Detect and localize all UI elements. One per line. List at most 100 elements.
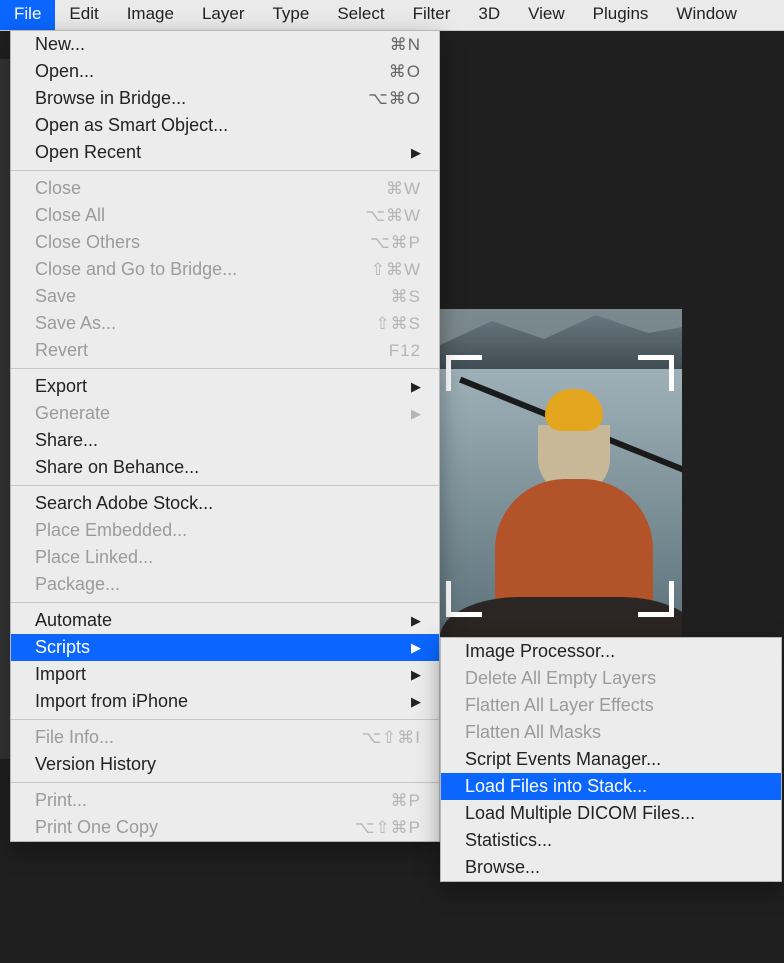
menu-item-open-as-smart-object[interactable]: Open as Smart Object...: [11, 112, 439, 139]
menu-item-label: Place Embedded...: [35, 520, 421, 541]
menu-item-label: Share on Behance...: [35, 457, 421, 478]
menu-item-close: Close⌘W: [11, 175, 439, 202]
menu-item-search-adobe-stock[interactable]: Search Adobe Stock...: [11, 490, 439, 517]
menu-item-package: Package...: [11, 571, 439, 598]
menu-item-label: Delete All Empty Layers: [465, 668, 763, 689]
menu-item-export[interactable]: Export ▶: [11, 373, 439, 400]
menu-item-browse-in-bridge[interactable]: Browse in Bridge...⌥⌘O: [11, 85, 439, 112]
menu-item-label: Export: [35, 376, 403, 397]
menu-item-print-one-copy: Print One Copy⌥⇧⌘P: [11, 814, 439, 841]
menu-item-label: Scripts: [35, 637, 403, 658]
menu-item-label: Version History: [35, 754, 421, 775]
menu-item-close-and-go-to-bridge: Close and Go to Bridge...⇧⌘W: [11, 256, 439, 283]
menu-item-shortcut: ⌘O: [341, 62, 421, 82]
menu-item-import-from-iphone[interactable]: Import from iPhone ▶: [11, 688, 439, 715]
menubar-item-image[interactable]: Image: [113, 0, 188, 30]
menu-item-label: Image Processor...: [465, 641, 763, 662]
menu-item-file-info: File Info...⌥⇧⌘I: [11, 724, 439, 751]
menu-item-label: Close and Go to Bridge...: [35, 259, 341, 280]
menu-item-label: Open...: [35, 61, 341, 82]
menubar-item-layer[interactable]: Layer: [188, 0, 259, 30]
crop-corner-tl-icon: [446, 355, 482, 391]
chevron-right-icon: ▶: [411, 694, 421, 710]
menu-item-place-linked: Place Linked...: [11, 544, 439, 571]
menubar: FileEditImageLayerTypeSelectFilter3DView…: [0, 0, 784, 31]
menu-item-new[interactable]: New...⌘N: [11, 31, 439, 58]
menubar-item-type[interactable]: Type: [258, 0, 323, 30]
menu-item-statistics[interactable]: Statistics...: [441, 827, 781, 854]
menu-item-shortcut: ⌘W: [341, 179, 421, 199]
menu-item-label: Load Multiple DICOM Files...: [465, 803, 763, 824]
menu-separator: [11, 368, 439, 369]
menu-item-flatten-all-masks: Flatten All Masks: [441, 719, 781, 746]
chevron-right-icon: ▶: [411, 145, 421, 161]
menu-item-label: File Info...: [35, 727, 341, 748]
menu-item-version-history[interactable]: Version History: [11, 751, 439, 778]
crop-corner-tr-icon: [638, 355, 674, 391]
menu-item-shortcut: ⌥⇧⌘P: [341, 818, 421, 838]
menu-separator: [11, 782, 439, 783]
menu-item-automate[interactable]: Automate▶: [11, 607, 439, 634]
menu-item-shortcut: ⌘S: [341, 287, 421, 307]
menu-item-label: New...: [35, 34, 341, 55]
menu-item-label: Open as Smart Object...: [35, 115, 421, 136]
menu-item-shortcut: ⇧⌘W: [341, 260, 421, 280]
menu-item-label: Share...: [35, 430, 421, 451]
menu-separator: [11, 602, 439, 603]
menubar-item-view[interactable]: View: [514, 0, 579, 30]
menubar-item-plugins[interactable]: Plugins: [579, 0, 663, 30]
menu-item-label: Print One Copy: [35, 817, 341, 838]
menu-separator: [11, 485, 439, 486]
menu-item-save-as: Save As...⇧⌘S: [11, 310, 439, 337]
menubar-item-filter[interactable]: Filter: [399, 0, 465, 30]
menu-item-label: Save As...: [35, 313, 341, 334]
menu-item-share-on-behance[interactable]: Share on Behance...: [11, 454, 439, 481]
menu-item-image-processor[interactable]: Image Processor...: [441, 638, 781, 665]
menu-item-label: Script Events Manager...: [465, 749, 763, 770]
menu-item-place-embedded: Place Embedded...: [11, 517, 439, 544]
menu-item-shortcut: ⇧⌘S: [341, 314, 421, 334]
menu-item-revert: RevertF12: [11, 337, 439, 364]
menu-item-load-files-into-stack[interactable]: Load Files into Stack...: [441, 773, 781, 800]
menu-item-shortcut: ⌘P: [341, 791, 421, 811]
menu-item-share[interactable]: Share...: [11, 427, 439, 454]
menubar-item-window[interactable]: Window: [662, 0, 750, 30]
menu-item-scripts[interactable]: Scripts▶: [11, 634, 439, 661]
menubar-item-file[interactable]: File: [0, 0, 55, 30]
chevron-right-icon: ▶: [411, 406, 421, 422]
menu-item-label: Package...: [35, 574, 421, 595]
menu-item-shortcut: ⌥⌘P: [341, 233, 421, 253]
menu-item-label: Revert: [35, 340, 341, 361]
menu-item-label: Save: [35, 286, 341, 307]
menu-separator: [11, 719, 439, 720]
menu-item-shortcut: ⌥⇧⌘I: [341, 728, 421, 748]
menu-item-label: Place Linked...: [35, 547, 421, 568]
menu-item-label: Import from iPhone: [35, 691, 403, 712]
menu-item-label: Flatten All Masks: [465, 722, 763, 743]
menu-item-label: Close All: [35, 205, 341, 226]
menu-item-script-events-manager[interactable]: Script Events Manager...: [441, 746, 781, 773]
menu-item-label: Search Adobe Stock...: [35, 493, 421, 514]
menu-item-label: Generate: [35, 403, 403, 424]
menu-item-label: Flatten All Layer Effects: [465, 695, 763, 716]
menubar-item-edit[interactable]: Edit: [55, 0, 112, 30]
menu-separator: [11, 170, 439, 171]
menu-item-browse[interactable]: Browse...: [441, 854, 781, 881]
menu-item-import[interactable]: Import▶: [11, 661, 439, 688]
menu-item-close-others: Close Others⌥⌘P: [11, 229, 439, 256]
menu-item-load-multiple-dicom-files[interactable]: Load Multiple DICOM Files...: [441, 800, 781, 827]
menu-item-label: Close Others: [35, 232, 341, 253]
hero-beanie: [545, 389, 603, 431]
menubar-item-3d[interactable]: 3D: [464, 0, 514, 30]
menu-item-flatten-all-layer-effects: Flatten All Layer Effects: [441, 692, 781, 719]
menu-item-open[interactable]: Open...⌘O: [11, 58, 439, 85]
menubar-item-select[interactable]: Select: [323, 0, 398, 30]
menu-item-shortcut: ⌥⌘W: [341, 206, 421, 226]
chevron-right-icon: ▶: [411, 379, 421, 395]
menu-item-open-recent[interactable]: Open Recent ▶: [11, 139, 439, 166]
menu-item-label: Load Files into Stack...: [465, 776, 763, 797]
menu-item-label: Import: [35, 664, 403, 685]
crop-corner-br-icon: [638, 581, 674, 617]
menu-item-label: Open Recent: [35, 142, 403, 163]
menu-item-label: Print...: [35, 790, 341, 811]
